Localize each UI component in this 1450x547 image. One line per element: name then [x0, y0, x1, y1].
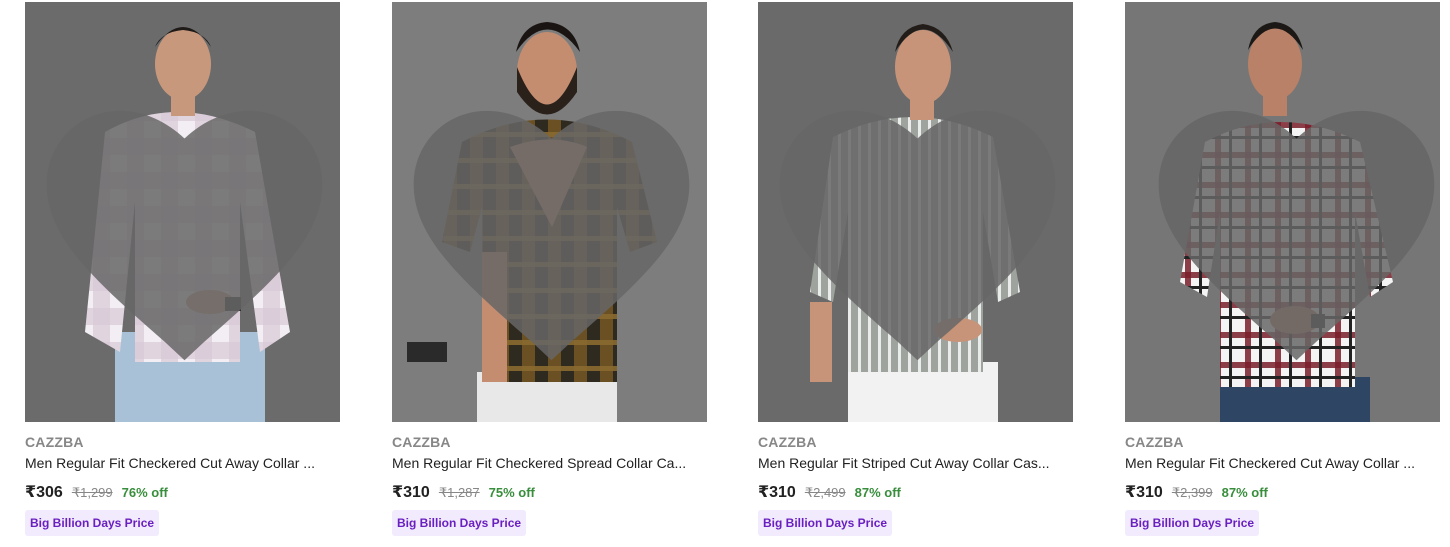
price-row: ₹310 ₹1,287 75% off — [392, 482, 535, 502]
product-title[interactable]: Men Regular Fit Checkered Cut Away Colla… — [25, 455, 340, 471]
original-price: ₹1,287 — [438, 485, 480, 500]
original-price: ₹2,499 — [804, 485, 846, 500]
discount-percent: 75% off — [488, 485, 535, 500]
offer-badge: Big Billion Days Price — [25, 510, 160, 536]
original-price: ₹1,299 — [71, 485, 113, 500]
product-brand: CAZZBA — [25, 434, 84, 450]
heart-icon[interactable] — [1139, 19, 1440, 422]
selling-price: ₹310 — [758, 484, 796, 501]
offer-badge: Big Billion Days Price — [1125, 510, 1260, 536]
product-image[interactable] — [758, 2, 1073, 422]
product-title[interactable]: Men Regular Fit Checkered Spread Collar … — [392, 455, 707, 471]
offer-badge: Big Billion Days Price — [392, 510, 527, 536]
offer-badge: Big Billion Days Price — [758, 510, 893, 536]
product-brand: CAZZBA — [392, 434, 451, 450]
product-image[interactable] — [1125, 2, 1440, 422]
price-row: ₹306 ₹1,299 76% off — [25, 482, 168, 502]
discount-percent: 87% off — [854, 485, 901, 500]
product-title[interactable]: Men Regular Fit Striped Cut Away Collar … — [758, 455, 1073, 471]
selling-price: ₹306 — [25, 484, 63, 501]
product-card[interactable]: CAZZBA Men Regular Fit Striped Cut Away … — [758, 0, 1098, 547]
price-row: ₹310 ₹2,399 87% off — [1125, 482, 1268, 502]
selling-price: ₹310 — [1125, 484, 1163, 501]
product-grid: CAZZBA Men Regular Fit Checkered Cut Awa… — [0, 0, 1450, 547]
discount-percent: 87% off — [1221, 485, 1268, 500]
selling-price: ₹310 — [392, 484, 430, 501]
heart-icon[interactable] — [27, 19, 340, 422]
product-title[interactable]: Men Regular Fit Checkered Cut Away Colla… — [1125, 455, 1440, 471]
product-image[interactable] — [392, 2, 707, 422]
original-price: ₹2,399 — [1171, 485, 1213, 500]
product-brand: CAZZBA — [1125, 434, 1184, 450]
price-row: ₹310 ₹2,499 87% off — [758, 482, 901, 502]
heart-icon[interactable] — [394, 19, 707, 422]
product-brand: CAZZBA — [758, 434, 817, 450]
discount-percent: 76% off — [121, 485, 168, 500]
product-card[interactable]: CAZZBA Men Regular Fit Checkered Spread … — [392, 0, 732, 547]
product-image[interactable] — [25, 2, 340, 422]
product-card[interactable]: CAZZBA Men Regular Fit Checkered Cut Awa… — [1125, 0, 1450, 547]
heart-icon[interactable] — [760, 19, 1073, 422]
product-card[interactable]: CAZZBA Men Regular Fit Checkered Cut Awa… — [25, 0, 365, 547]
